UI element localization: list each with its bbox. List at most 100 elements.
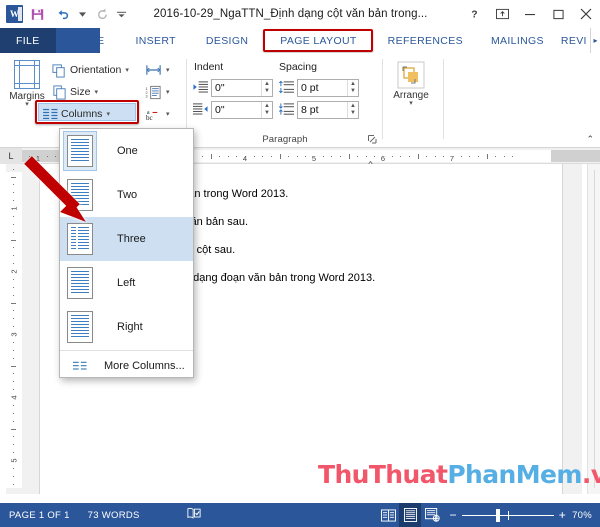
tab-file[interactable]: FILE — [0, 28, 56, 53]
ruler-dot — [400, 156, 402, 157]
indent-left-field[interactable]: 0" ▲ ▼ — [211, 79, 273, 97]
redo-icon[interactable] — [90, 3, 114, 25]
zoom-in-button[interactable]: + — [559, 508, 566, 522]
vertical-ruler-marks: 1 2 3 4 5 — [6, 164, 22, 494]
ruler-dot — [55, 156, 57, 157]
ruler-dot — [460, 156, 462, 157]
indent-left-stepper[interactable]: ▲ ▼ — [261, 80, 272, 96]
more-columns-menu-item[interactable]: More Columns... — [60, 352, 193, 380]
vruler-dot — [13, 255, 14, 257]
ruler-dot — [477, 156, 479, 157]
vruler-tick-3: 3 — [9, 332, 19, 337]
indent-left-icon — [193, 80, 208, 94]
columns-menu-item-two[interactable]: Two — [60, 173, 193, 217]
spacing-before-icon — [279, 80, 294, 94]
vruler-dot — [13, 192, 14, 194]
orientation-button[interactable]: Orientation ▾ — [50, 60, 131, 80]
line-numbers-icon: 123 — [145, 85, 162, 100]
undo-dropdown-icon[interactable] — [77, 3, 88, 25]
vruler-dot — [13, 231, 14, 233]
margins-icon — [12, 59, 42, 90]
vruler-tick-4: 4 — [9, 395, 19, 400]
paragraph-dialog-launcher[interactable] — [368, 135, 378, 145]
columns-label: Columns — [61, 108, 103, 120]
columns-menu-item-one[interactable]: One — [60, 129, 193, 173]
read-mode-view-button[interactable] — [377, 503, 399, 527]
vruler-dot — [13, 404, 14, 406]
margins-button[interactable]: Margins ▾ — [3, 59, 51, 108]
zoom-level[interactable]: 70% — [572, 510, 600, 521]
indent-right-field[interactable]: 0" ▲ ▼ — [211, 101, 273, 119]
tab-mailings[interactable]: MAILINGS — [477, 28, 558, 53]
ribbon-display-options-button[interactable] — [488, 1, 516, 27]
breaks-button[interactable]: ▾ — [143, 60, 172, 80]
customize-qat-icon[interactable] — [116, 3, 127, 25]
maximize-button[interactable] — [544, 1, 572, 27]
page-info[interactable]: PAGE 1 OF 1 — [0, 510, 79, 521]
columns-menu-item-left[interactable]: Left — [60, 261, 193, 305]
vruler-half-mark — [11, 365, 16, 367]
print-layout-view-button[interactable] — [399, 503, 422, 527]
tab-insert[interactable]: INSERT — [120, 28, 190, 53]
watermark-part-3: .vn — [581, 460, 600, 489]
ruler-dot — [219, 156, 221, 157]
zoom-slider[interactable] — [461, 509, 554, 522]
two-column-thumb-wrap — [60, 179, 100, 211]
ruler-half-mark — [486, 154, 488, 159]
ruler-dot — [443, 156, 445, 157]
collapse-ribbon-icon[interactable]: ⌃ — [586, 134, 594, 145]
arrange-button[interactable]: Arrange ▾ — [389, 61, 433, 107]
undo-icon[interactable] — [51, 3, 75, 25]
size-button[interactable]: Size ▾ — [50, 82, 100, 102]
one-column-checked-frame — [63, 131, 97, 171]
vruler-dot — [13, 286, 14, 288]
spacing-before-field[interactable]: 0 pt ▲ ▼ — [297, 79, 359, 97]
orientation-label: Orientation — [70, 64, 122, 76]
columns-button[interactable]: Columns ▾ — [41, 104, 112, 124]
vruler-dot — [13, 341, 14, 343]
ruler-dot — [331, 156, 333, 157]
tab-design[interactable]: DESIGN — [191, 28, 263, 53]
spacing-before-stepper[interactable]: ▲ ▼ — [347, 80, 358, 96]
columns-dropdown-menu[interactable]: One Two Three Left Right More Columns... — [59, 128, 194, 378]
tab-page-layout[interactable]: PAGE LAYOUT — [263, 28, 373, 53]
line-numbers-button[interactable]: 123 ▾ — [143, 82, 172, 102]
indent-right-stepper[interactable]: ▲ ▼ — [261, 102, 272, 118]
more-columns-label: More Columns... — [104, 360, 185, 372]
word-app-icon[interactable] — [6, 5, 23, 23]
group-divider-1 — [186, 59, 187, 139]
tab-scroll-right-icon[interactable]: ▸ — [590, 28, 600, 53]
ruler-dot — [270, 156, 272, 157]
columns-menu-item-right[interactable]: Right — [60, 305, 193, 349]
hyphenation-button[interactable]: a bc ▾ — [143, 104, 172, 124]
tab-references[interactable]: REFERENCES — [374, 28, 477, 53]
zoom-control[interactable]: − + — [443, 508, 572, 522]
tab-stop-selector[interactable]: L — [0, 148, 22, 164]
web-layout-view-button[interactable] — [421, 503, 443, 527]
columns-menu-label-two: Two — [117, 189, 138, 201]
columns-menu-item-three[interactable]: Three — [60, 217, 193, 261]
help-button[interactable]: ? — [460, 1, 488, 27]
breaks-caret-icon: ▾ — [166, 67, 170, 74]
close-button[interactable] — [572, 1, 600, 27]
zoom-out-button[interactable]: − — [449, 508, 456, 522]
size-label: Size — [70, 86, 91, 98]
paragraph-group-label: Paragraph — [262, 134, 308, 145]
scrollbar-track-line — [594, 170, 595, 488]
spacing-after-field[interactable]: 8 pt ▲ ▼ — [297, 101, 359, 119]
tab-home[interactable]: HOME — [56, 28, 121, 53]
word-count[interactable]: 73 WORDS — [79, 510, 149, 521]
columns-menu-label-one: One — [117, 145, 138, 157]
tab-review[interactable]: REVI — [558, 28, 590, 53]
vruler-dot — [13, 381, 14, 383]
zoom-slider-thumb[interactable] — [495, 509, 500, 522]
spacing-after-stepper[interactable]: ▲ ▼ — [347, 102, 358, 118]
minimize-button[interactable] — [516, 1, 544, 27]
title-bar: 2016-10-29_NgaTTN_Định dạng cột văn bản … — [0, 0, 600, 28]
vertical-scrollbar[interactable] — [587, 164, 600, 494]
watermark-part-2: PhanMem — [447, 460, 582, 489]
spacing-before-value: 0 pt — [301, 82, 319, 94]
save-icon[interactable] — [25, 3, 49, 25]
proofing-errors-icon[interactable] — [149, 507, 210, 523]
window-title: 2016-10-29_NgaTTN_Định dạng cột văn bản … — [153, 8, 428, 20]
